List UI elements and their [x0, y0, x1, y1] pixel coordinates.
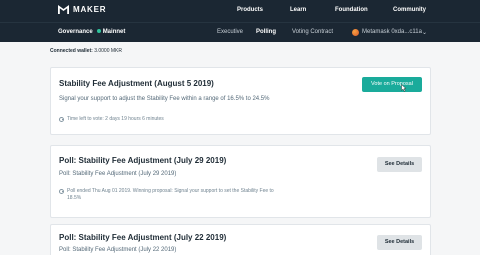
chevron-down-icon[interactable]: ⌄ — [422, 29, 427, 36]
governance-subnav: Governance Mainnet Executive Polling Voti… — [0, 22, 480, 42]
maker-logo[interactable]: MAKER — [58, 5, 106, 14]
wallet-balance: 3.0000 MKR — [94, 48, 122, 54]
proposal-card[interactable]: Stability Fee Adjustment (August 5 2019)… — [50, 67, 431, 135]
clock-icon — [59, 117, 64, 122]
mouse-pointer-icon — [401, 84, 407, 92]
connected-wallet: Connected wallet: 3.0000 MKR — [50, 48, 122, 54]
proposal-meta: Time left to vote: 2 days 19 hours 6 min… — [59, 116, 164, 123]
poll-card[interactable]: Poll: Stability Fee Adjustment (July 22 … — [50, 224, 431, 255]
poll-card[interactable]: Poll: Stability Fee Adjustment (July 29 … — [50, 145, 431, 218]
tab-executive[interactable]: Executive — [217, 29, 243, 35]
governance-section[interactable]: Governance Mainnet — [58, 29, 125, 35]
nav-products[interactable]: Products — [237, 7, 263, 13]
maker-logo-icon — [58, 5, 69, 14]
proposal-title: Stability Fee Adjustment (August 5 2019) — [59, 79, 214, 88]
nav-community[interactable]: Community — [393, 7, 426, 13]
network-status-dot — [96, 29, 101, 34]
poll-subtitle: Poll: Stability Fee Adjustment (July 29 … — [59, 171, 177, 177]
nav-foundation[interactable]: Foundation — [335, 7, 368, 13]
poll-meta: Poll ended Thu Aug 01 2019. Winning prop… — [59, 188, 289, 202]
metamask-icon — [352, 29, 359, 36]
clock-icon — [59, 189, 64, 194]
see-details-button[interactable]: See Details — [377, 235, 422, 250]
wallet-label: Connected wallet: — [50, 48, 93, 54]
see-details-button[interactable]: See Details — [377, 157, 422, 172]
section-label: Governance — [58, 29, 93, 35]
poll-title: Poll: Stability Fee Adjustment (July 29 … — [59, 156, 227, 165]
poll-subtitle: Poll: Stability Fee Adjustment (July 22 … — [59, 247, 177, 253]
time-left-text: Time left to vote: 2 days 19 hours 6 min… — [67, 116, 164, 122]
tab-polling[interactable]: Polling — [256, 29, 276, 35]
tab-voting-contract[interactable]: Voting Contract — [292, 29, 333, 35]
top-navbar: MAKER Products Learn Foundation Communit… — [0, 0, 480, 22]
poll-result-text: Poll ended Thu Aug 01 2019. Winning prop… — [67, 188, 274, 201]
vote-on-proposal-button[interactable]: Vote on Proposal — [362, 77, 422, 92]
nav-learn[interactable]: Learn — [290, 7, 306, 13]
proposal-subtitle: Signal your support to adjust the Stabil… — [59, 96, 270, 102]
poll-title: Poll: Stability Fee Adjustment (July 22 … — [59, 233, 227, 242]
account-selector[interactable]: Metamask 0xda...c11a — [362, 29, 422, 35]
brand-name: MAKER — [73, 5, 107, 14]
network-label: Mainnet — [102, 29, 126, 35]
